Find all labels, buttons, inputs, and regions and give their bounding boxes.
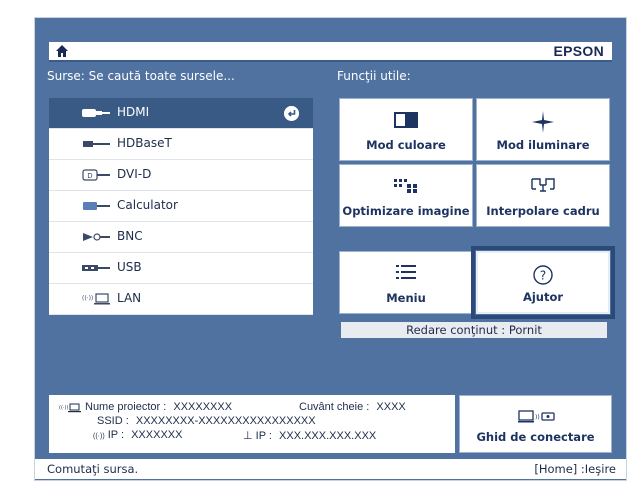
source-label: LAN bbox=[117, 291, 142, 305]
button-label: Mod iluminare bbox=[496, 138, 590, 152]
help-button[interactable]: ? Ajutor bbox=[471, 246, 615, 319]
button-label: Optimizare imagine bbox=[342, 204, 470, 218]
password-row: Cuvânt cheie : XXXX bbox=[299, 401, 406, 413]
top-bar: EPSON bbox=[49, 42, 612, 62]
menu-button[interactable]: Meniu bbox=[339, 251, 473, 314]
source-label: BNC bbox=[117, 229, 143, 243]
svg-text:D: D bbox=[87, 172, 92, 180]
functions-title: Funcţii utile: bbox=[337, 69, 411, 83]
ssid-label: SSID : bbox=[97, 415, 129, 427]
wireless-ip-row: ((·)) IP : XXXXXXX bbox=[93, 429, 182, 441]
bnc-icon bbox=[83, 233, 110, 241]
wired-ip-row: ⊥ IP : XXX.XXX.XXX.XXX bbox=[243, 429, 376, 442]
source-item-dvi-d[interactable]: D DVI-D bbox=[49, 160, 313, 191]
source-label: DVI-D bbox=[117, 167, 152, 181]
hdbaset-icon bbox=[83, 141, 110, 147]
source-item-usb[interactable]: USB bbox=[49, 253, 313, 284]
image-optimize-icon bbox=[394, 179, 417, 193]
computer-port-icon bbox=[83, 202, 110, 210]
light-mode-icon bbox=[532, 111, 554, 133]
source-list: HDMI HDBaseT D DVI-D Calculator BNC USB … bbox=[49, 98, 313, 315]
home-icon[interactable] bbox=[55, 44, 69, 58]
frame-interpolation-button[interactable]: Interpolare cadru bbox=[476, 164, 610, 227]
source-item-lan[interactable]: ((·)) LAN bbox=[49, 284, 313, 315]
sources-title: Surse: Se caută toate sursele... bbox=[47, 69, 235, 83]
password-label: Cuvânt cheie : bbox=[299, 401, 370, 413]
menu-icon bbox=[396, 265, 416, 279]
connection-guide-label: Ghid de conectare bbox=[476, 430, 595, 444]
source-label: HDBaseT bbox=[117, 136, 172, 150]
footer-bar: Comutaţi sursa. [Home] :Ieşire bbox=[35, 459, 626, 479]
source-item-bnc[interactable]: BNC bbox=[49, 222, 313, 253]
svg-text:((·)): ((·)) bbox=[82, 295, 93, 302]
source-label: HDMI bbox=[117, 105, 150, 119]
wired-ip-value: XXX.XXX.XXX.XXX bbox=[279, 430, 377, 442]
projector-name-label: Nume proiector : bbox=[85, 401, 167, 413]
light-mode-button[interactable]: Mod iluminare bbox=[476, 98, 610, 161]
projector-home-screen: EPSON Surse: Se caută toate sursele... F… bbox=[34, 17, 627, 481]
image-optimize-button[interactable]: Optimizare imagine bbox=[339, 164, 473, 227]
connection-guide-button[interactable]: )) Ghid de conectare bbox=[459, 395, 612, 453]
ssid-row: SSID : XXXXXXXX-XXXXXXXXXXXXXXXX bbox=[97, 415, 316, 427]
ssid-value: XXXXXXXX-XXXXXXXXXXXXXXXX bbox=[135, 415, 316, 427]
source-item-hdmi[interactable]: HDMI bbox=[49, 98, 313, 129]
frame-interpolation-icon bbox=[531, 178, 555, 192]
source-label: Calculator bbox=[117, 198, 178, 212]
button-label: Ajutor bbox=[522, 290, 564, 304]
brand-logo: EPSON bbox=[553, 43, 604, 59]
svg-text:((·)): ((·)) bbox=[59, 405, 68, 411]
projector-name-row: Nume proiector : XXXXXXXX bbox=[85, 401, 232, 413]
help-icon: ? bbox=[533, 265, 553, 285]
footer-hint: Comutaţi sursa. bbox=[47, 462, 139, 476]
enter-icon bbox=[284, 106, 299, 121]
source-label: USB bbox=[117, 260, 142, 274]
network-icon: ((·)) bbox=[59, 403, 81, 413]
svg-text:)): )) bbox=[535, 414, 540, 421]
wireless-ip-value: XXXXXXX bbox=[131, 429, 183, 441]
color-mode-icon bbox=[394, 112, 418, 128]
password-value: XXXX bbox=[376, 401, 406, 413]
content-playback-status: Redare conţinut : Pornit bbox=[341, 322, 607, 338]
hdmi-icon bbox=[82, 109, 110, 117]
button-label: Meniu bbox=[386, 291, 426, 305]
wireless-icon: ((·)) bbox=[93, 433, 105, 440]
footer-exit-hint: [Home] :Ieşire bbox=[534, 462, 616, 476]
wireless-ip-label: IP : bbox=[107, 429, 125, 441]
button-label: Interpolare cadru bbox=[486, 204, 600, 218]
svg-text:?: ? bbox=[540, 269, 546, 283]
dvi-icon: D bbox=[82, 169, 110, 181]
button-label: Mod culoare bbox=[366, 138, 446, 152]
wired-ip-label: IP : bbox=[255, 430, 272, 442]
source-item-calculator[interactable]: Calculator bbox=[49, 191, 313, 222]
network-info-panel: ((·)) Nume proiector : XXXXXXXX Cuvânt c… bbox=[49, 395, 455, 453]
lan-icon: ((·)) bbox=[82, 293, 110, 305]
source-item-hdbaset[interactable]: HDBaseT bbox=[49, 129, 313, 160]
color-mode-button[interactable]: Mod culoare bbox=[339, 98, 473, 161]
wired-icon: ⊥ bbox=[243, 430, 253, 442]
projector-name-value: XXXXXXXX bbox=[173, 401, 233, 413]
connection-guide-icon: )) bbox=[518, 410, 555, 423]
usb-icon bbox=[82, 265, 110, 271]
